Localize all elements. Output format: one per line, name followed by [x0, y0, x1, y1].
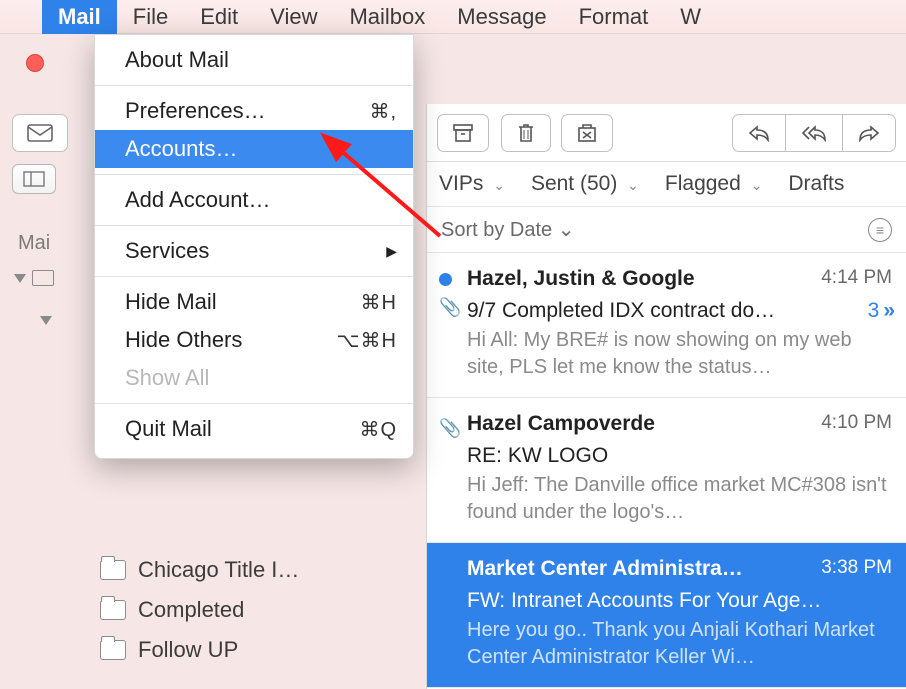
menu-separator: [95, 276, 413, 277]
app-menu-dropdown: About Mail Preferences… ⌘, Accounts… Add…: [94, 34, 414, 459]
filter-drafts[interactable]: Drafts: [788, 172, 844, 196]
message-preview: Here you go.. Thank you Anjali Kothari M…: [467, 617, 892, 671]
attachment-icon: 📎: [439, 418, 461, 439]
shortcut-label: ⌥⌘H: [337, 328, 398, 353]
message-subject: 9/7 Completed IDX contract do… 3 »: [467, 299, 892, 323]
folder-follow-up[interactable]: Follow UP: [100, 637, 299, 663]
right-toolbar: [427, 104, 906, 162]
sort-dropdown[interactable]: Sort by Date ⌄: [441, 217, 575, 242]
menu-hide-mail[interactable]: Hide Mail ⌘H: [95, 283, 413, 321]
left-toolbar: [12, 114, 68, 152]
reply-all-button[interactable]: [785, 114, 843, 152]
menu-message[interactable]: Message: [441, 0, 562, 34]
junk-button[interactable]: [561, 114, 613, 152]
filter-flagged[interactable]: Flagged ⌄: [665, 172, 762, 196]
menu-preferences[interactable]: Preferences… ⌘,: [95, 92, 413, 130]
junk-icon: [576, 122, 598, 144]
archive-icon: [452, 123, 474, 143]
message-subject: FW: Intranet Accounts For Your Age…: [467, 589, 892, 613]
reply-icon: [747, 124, 771, 142]
message-time: 4:14 PM: [821, 267, 892, 289]
envelope-icon: [27, 124, 53, 142]
menu-mailbox[interactable]: Mailbox: [333, 0, 441, 34]
forward-button[interactable]: [842, 114, 896, 152]
message-row-selected[interactable]: Market Center Administra… 3:38 PM FW: In…: [427, 543, 906, 688]
chevron-down-icon: ⌄: [627, 177, 639, 193]
thread-count: 3: [868, 299, 880, 323]
message-row[interactable]: 📎 Hazel Campoverde 4:10 PM RE: KW LOGO H…: [427, 398, 906, 543]
filter-toggle-button[interactable]: ≡: [868, 218, 892, 242]
message-subject: RE: KW LOGO: [467, 444, 892, 468]
menu-show-all: Show All: [95, 359, 413, 397]
folder-completed[interactable]: Completed: [100, 597, 299, 623]
expand-thread-icon[interactable]: »: [883, 299, 892, 323]
folder-label: Completed: [138, 597, 244, 623]
inbox-icon: [32, 270, 54, 286]
favorites-bar: VIPs ⌄ Sent (50) ⌄ Flagged ⌄ Drafts: [427, 162, 906, 207]
folder-icon: [100, 560, 126, 580]
sidebar-toggle-button[interactable]: [12, 164, 56, 194]
chevron-down-icon: ⌄: [493, 177, 505, 193]
folder-icon: [100, 600, 126, 620]
filter-sent[interactable]: Sent (50) ⌄: [531, 172, 639, 196]
reply-all-icon: [800, 124, 828, 142]
chevron-down-icon: ⌄: [558, 219, 575, 241]
submenu-arrow-icon: ▶: [386, 243, 397, 260]
menu-add-account[interactable]: Add Account…: [95, 181, 413, 219]
mailboxes-heading: Mai: [18, 232, 50, 255]
message-time: 4:10 PM: [821, 412, 892, 434]
shortcut-label: ⌘,: [369, 99, 397, 124]
folder-icon: [100, 640, 126, 660]
menu-view[interactable]: View: [254, 0, 333, 34]
menu-window-cut[interactable]: W: [664, 0, 717, 34]
message-row[interactable]: 📎 Hazel, Justin & Google 4:14 PM 9/7 Com…: [427, 253, 906, 398]
get-mail-button[interactable]: [12, 114, 68, 152]
menu-hide-others[interactable]: Hide Others ⌥⌘H: [95, 321, 413, 359]
menubar: Mail File Edit View Mailbox Message Form…: [0, 0, 906, 34]
menu-accounts[interactable]: Accounts…: [95, 130, 413, 168]
message-from: Hazel, Justin & Google: [467, 267, 695, 291]
shortcut-label: ⌘H: [361, 290, 397, 315]
chevron-down-icon: ⌄: [751, 177, 763, 193]
disclosure-triangle-icon[interactable]: [40, 316, 52, 325]
folder-label: Follow UP: [138, 637, 238, 663]
menu-services[interactable]: Services ▶: [95, 232, 413, 270]
folder-label: Chicago Title I…: [138, 557, 299, 583]
message-preview: Hi All: My BRE# is now showing on my web…: [467, 327, 892, 381]
message-from: Hazel Campoverde: [467, 412, 655, 436]
left-toolbar-2: [12, 164, 56, 194]
shortcut-label: ⌘Q: [359, 417, 397, 442]
menu-edit[interactable]: Edit: [184, 0, 254, 34]
message-preview: Hi Jeff: The Danville office market MC#3…: [467, 472, 892, 526]
message-time: 3:38 PM: [821, 557, 892, 579]
menu-separator: [95, 403, 413, 404]
attachment-icon: 📎: [439, 297, 461, 318]
menu-separator: [95, 225, 413, 226]
delete-button[interactable]: [501, 114, 551, 152]
menu-separator: [95, 174, 413, 175]
reply-button[interactable]: [732, 114, 786, 152]
window-controls: [26, 54, 44, 78]
menu-format[interactable]: Format: [563, 0, 665, 34]
close-window-button[interactable]: [26, 54, 44, 72]
disclosure-triangle-icon[interactable]: [14, 274, 26, 283]
menu-file[interactable]: File: [117, 0, 184, 34]
sidebar-folders: Chicago Title I… Completed Follow UP: [100, 557, 299, 677]
trash-icon: [516, 122, 536, 144]
forward-icon: [857, 124, 881, 142]
menu-app[interactable]: Mail: [42, 0, 117, 34]
menu-separator: [95, 85, 413, 86]
unread-indicator-icon: [439, 273, 452, 286]
folder-chicago-title[interactable]: Chicago Title I…: [100, 557, 299, 583]
archive-button[interactable]: [437, 114, 489, 152]
filter-vips[interactable]: VIPs ⌄: [439, 172, 505, 196]
menu-quit-mail[interactable]: Quit Mail ⌘Q: [95, 410, 413, 448]
message-list-panel: VIPs ⌄ Sent (50) ⌄ Flagged ⌄ Drafts Sort…: [426, 104, 906, 689]
sidebar-icon: [23, 171, 45, 187]
message-from: Market Center Administra…: [467, 557, 743, 581]
sort-bar: Sort by Date ⌄ ≡: [427, 207, 906, 253]
menu-about-mail[interactable]: About Mail: [95, 41, 413, 79]
